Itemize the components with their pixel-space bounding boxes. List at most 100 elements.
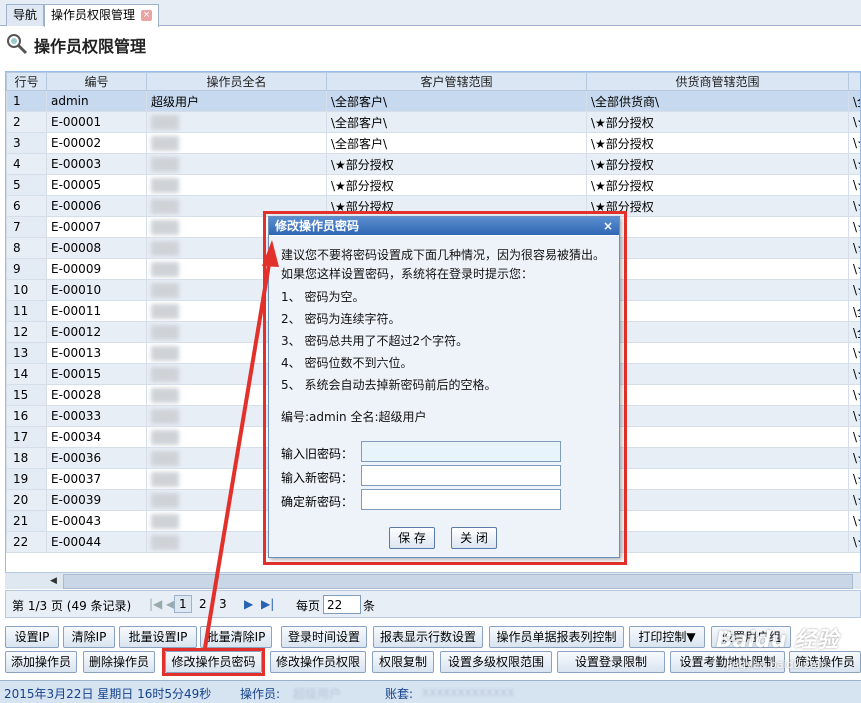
extra-scope-cell[interactable]: \★ (848, 111, 860, 133)
extra-scope-cell[interactable]: \★ (848, 531, 860, 553)
operator-id-cell[interactable]: E-00012 (46, 321, 147, 343)
row-number-cell[interactable]: 18 (6, 447, 47, 469)
row-number-cell[interactable]: 13 (6, 342, 47, 364)
extra-scope-cell[interactable]: \★ (848, 153, 860, 175)
operator-id-cell[interactable]: E-00011 (46, 300, 147, 322)
change-permissions-button[interactable]: 修改操作员权限 (270, 651, 366, 673)
row-number-cell[interactable]: 2 (6, 111, 47, 133)
extra-scope-cell[interactable]: \★ (848, 468, 860, 490)
column-header[interactable]: 编号 (46, 72, 147, 91)
operator-name-cell[interactable] (146, 153, 327, 175)
extra-scope-cell[interactable]: \全 (848, 321, 860, 343)
supplier-scope-cell[interactable]: \★部分授权 (586, 111, 849, 133)
login-time-button[interactable]: 登录时间设置 (281, 626, 367, 648)
supplier-scope-cell[interactable]: \★部分授权 (586, 153, 849, 175)
extra-scope-cell[interactable]: \全 (848, 300, 860, 322)
delete-operator-button[interactable]: 删除操作员 (83, 651, 155, 673)
extra-scope-cell[interactable]: \★ (848, 426, 860, 448)
row-number-cell[interactable]: 15 (6, 384, 47, 406)
operator-id-cell[interactable]: admin (46, 90, 147, 112)
row-number-cell[interactable]: 16 (6, 405, 47, 427)
first-page-icon[interactable]: |◀ (149, 597, 162, 611)
table-row[interactable]: 1admin超级用户\全部客户\\全部供货商\\全 (6, 90, 860, 112)
operator-name-cell[interactable] (146, 174, 327, 196)
row-number-cell[interactable]: 21 (6, 510, 47, 532)
dialog-title-bar[interactable]: 修改操作员密码 × (269, 217, 619, 235)
row-number-cell[interactable]: 4 (6, 153, 47, 175)
supplier-scope-cell[interactable]: \★部分授权 (586, 174, 849, 196)
save-button[interactable]: 保 存 (389, 527, 435, 549)
supplier-scope-cell[interactable]: \★部分授权 (586, 132, 849, 154)
row-number-cell[interactable]: 12 (6, 321, 47, 343)
batch-set-ip-button[interactable]: 批量设置IP (119, 626, 197, 648)
row-number-cell[interactable]: 19 (6, 468, 47, 490)
column-header[interactable] (848, 72, 860, 91)
tab-close-icon[interactable]: × (141, 10, 153, 21)
table-row[interactable]: 4E-00003\★部分授权\★部分授权\★ (6, 153, 860, 175)
scroll-left-icon[interactable]: ◀ (47, 575, 60, 588)
operator-id-cell[interactable]: E-00036 (46, 447, 147, 469)
operator-id-cell[interactable]: E-00028 (46, 384, 147, 406)
operator-id-cell[interactable]: E-00006 (46, 195, 147, 217)
operator-id-cell[interactable]: E-00039 (46, 489, 147, 511)
row-number-cell[interactable]: 14 (6, 363, 47, 385)
operator-name-cell[interactable] (146, 132, 327, 154)
confirm-password-input[interactable] (361, 489, 561, 510)
close-icon[interactable]: × (603, 217, 613, 235)
extra-scope-cell[interactable]: \★ (848, 195, 860, 217)
customer-scope-cell[interactable]: \全部客户\ (326, 111, 587, 133)
print-control-button[interactable]: 打印控制▼ (629, 626, 705, 648)
clear-ip-button[interactable]: 清除IP (63, 626, 115, 648)
operator-name-cell[interactable]: 超级用户 (146, 90, 327, 112)
extra-scope-cell[interactable]: \★ (848, 447, 860, 469)
extra-scope-cell[interactable]: \★ (848, 405, 860, 427)
tab-navigation[interactable]: 导航 (6, 4, 45, 26)
set-ip-button[interactable]: 设置IP (5, 626, 59, 648)
page-link[interactable]: 3 (219, 597, 227, 611)
tab-operator-permissions[interactable]: 操作员权限管理 × (44, 4, 160, 27)
supplier-scope-cell[interactable]: \全部供货商\ (586, 90, 849, 112)
column-header[interactable]: 操作员全名 (146, 72, 327, 91)
operator-id-cell[interactable]: E-00043 (46, 510, 147, 532)
customer-scope-cell[interactable]: \全部客户\ (326, 90, 587, 112)
row-number-cell[interactable]: 20 (6, 489, 47, 511)
operator-id-cell[interactable]: E-00002 (46, 132, 147, 154)
batch-clear-ip-button[interactable]: 批量清除IP (200, 626, 272, 648)
operator-id-cell[interactable]: E-00005 (46, 174, 147, 196)
row-number-cell[interactable]: 6 (6, 195, 47, 217)
extra-scope-cell[interactable]: \★ (848, 174, 860, 196)
row-number-cell[interactable]: 11 (6, 300, 47, 322)
table-row[interactable]: 5E-00005\★部分授权\★部分授权\★ (6, 174, 860, 196)
operator-id-cell[interactable]: E-00008 (46, 237, 147, 259)
operator-id-cell[interactable]: E-00033 (46, 405, 147, 427)
scrollbar-thumb[interactable] (63, 574, 853, 589)
extra-scope-cell[interactable]: \全 (848, 90, 860, 112)
operator-id-cell[interactable]: E-00010 (46, 279, 147, 301)
login-restriction-button[interactable]: 设置登录限制 (557, 651, 665, 673)
operator-id-cell[interactable]: E-00013 (46, 342, 147, 364)
extra-scope-cell[interactable]: \★ (848, 279, 860, 301)
extra-scope-cell[interactable]: \★ (848, 363, 860, 385)
page-link-current[interactable]: 1 (174, 595, 192, 613)
customer-scope-cell[interactable]: \全部客户\ (326, 132, 587, 154)
operator-id-cell[interactable]: E-00015 (46, 363, 147, 385)
extra-scope-cell[interactable]: \★ (848, 258, 860, 280)
operator-id-cell[interactable]: E-00003 (46, 153, 147, 175)
page-size-input[interactable] (323, 595, 361, 614)
row-number-cell[interactable]: 3 (6, 132, 47, 154)
row-number-cell[interactable]: 17 (6, 426, 47, 448)
column-header[interactable]: 客户管辖范围 (326, 72, 587, 91)
close-button[interactable]: 关 闭 (451, 527, 497, 549)
table-row[interactable]: 2E-00001 \全部客户\\★部分授权\★ (6, 111, 860, 133)
operator-name-cell[interactable] (146, 111, 327, 133)
page-link[interactable]: 2 (199, 597, 207, 611)
extra-scope-cell[interactable]: \★ (848, 510, 860, 532)
column-header[interactable]: 行号 (6, 72, 47, 91)
operator-id-cell[interactable]: E-00001 (46, 111, 147, 133)
extra-scope-cell[interactable]: \★ (848, 132, 860, 154)
report-rows-button[interactable]: 报表显示行数设置 (373, 626, 483, 648)
multi-level-range-button[interactable]: 设置多级权限范围 (440, 651, 552, 673)
operator-id-cell[interactable]: E-00044 (46, 531, 147, 553)
old-password-input[interactable] (361, 441, 561, 462)
row-number-cell[interactable]: 8 (6, 237, 47, 259)
